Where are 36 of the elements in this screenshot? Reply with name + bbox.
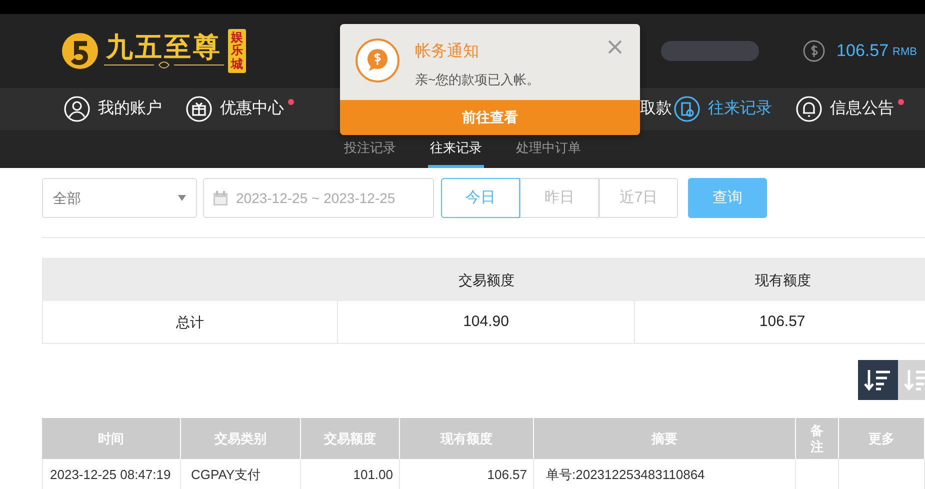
table-cell: 2023-12-25 08:47:19 [42,459,181,489]
sort-descending-icon [864,368,892,392]
table-cell: 101.00 [301,459,400,489]
summary-cell: 104.90 [338,301,635,343]
notification-title: 帐务通知 [415,42,480,62]
sort-descending-icon [904,368,925,392]
logo-text: 九五至尊 [106,34,222,60]
logo-badge: 娱乐城 [228,29,246,73]
table-cell: 106.57 [400,459,534,489]
balance-amount: 106.57 [836,40,889,62]
summary-header-cell-text: 交易额度 [458,270,516,290]
nav-item[interactable]: 我的账户 [64,96,162,122]
calendar-icon [213,190,228,206]
gift-icon [186,96,212,122]
money-chat-icon [355,38,400,83]
nav-item[interactable]: 信息公告 [796,96,894,122]
summary-row-label: 总计 [43,301,338,343]
notification-message: 亲~您的款项已入帐。 [415,71,541,89]
ornament-line-icon [104,60,224,68]
table-cell: 单号:202312253483110864 [534,459,796,489]
currency-label: RMB [892,45,917,60]
sort-button[interactable] [858,360,898,400]
document-clock-icon [674,96,700,122]
table-cell: CGPAY支付 [181,459,301,489]
nav-item[interactable]: 往来记录 [674,96,772,122]
summary-cell: 106.57 [634,301,925,343]
nav-item[interactable]: 取款 [640,97,672,121]
user-icon [64,96,90,122]
type-select[interactable]: 全部 [42,178,197,218]
bell-icon [796,96,822,122]
nav-item[interactable]: 优惠中心 [186,96,284,122]
logo-emblem-icon [60,31,100,71]
close-icon[interactable] [608,40,622,54]
summary-header-cell-text: 现有额度 [754,270,812,290]
dollar-icon [802,40,825,62]
caret-icon [178,195,186,201]
